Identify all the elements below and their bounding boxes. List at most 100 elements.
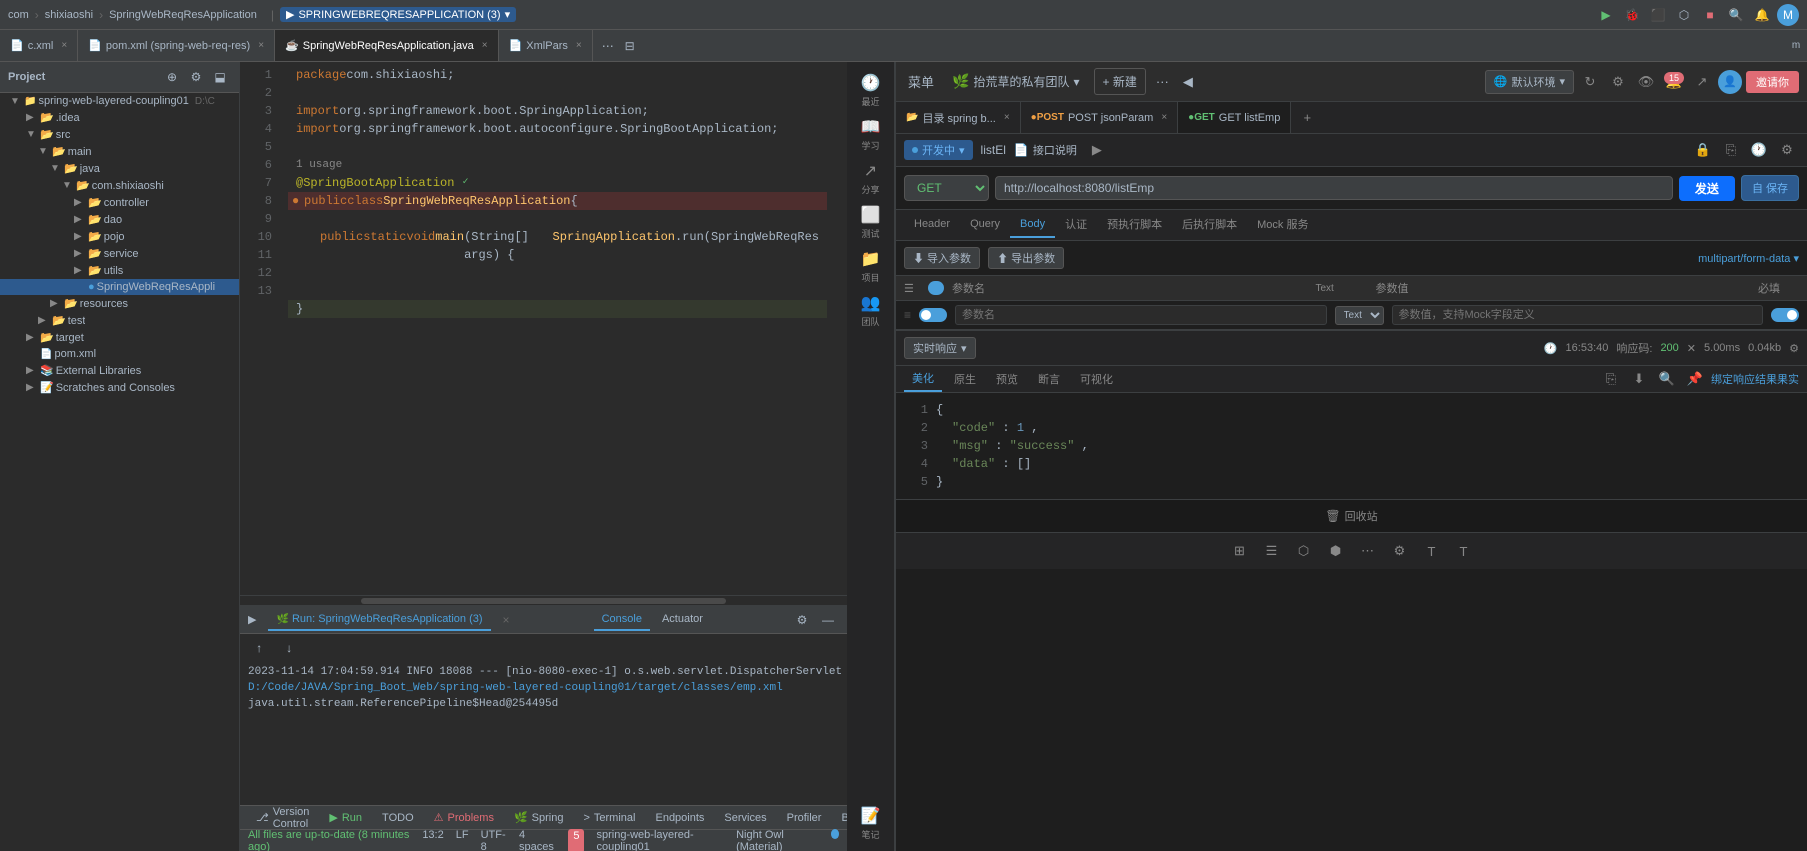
search-btn[interactable]: 🔍 [1725, 4, 1747, 26]
bottom-collapse-icon[interactable]: ⬢ [1324, 539, 1348, 563]
run-dropdown[interactable]: ▾ [505, 8, 511, 21]
run-close-icon[interactable]: — [817, 609, 839, 631]
run-btn[interactable]: ▶ [1595, 4, 1617, 26]
tree-test[interactable]: ▶ 📂 test [0, 312, 239, 329]
tab-close-catalog[interactable]: × [1004, 112, 1010, 123]
tree-src[interactable]: ▼ 📂 src [0, 126, 239, 143]
tab-close-xml[interactable]: × [576, 40, 582, 51]
req-tab-pre[interactable]: 预执行脚本 [1097, 210, 1172, 240]
bottom-grid-icon[interactable]: ⊞ [1228, 539, 1252, 563]
params-toggle[interactable] [928, 281, 944, 295]
param-required-toggle[interactable] [1771, 308, 1799, 322]
bottom-settings-icon[interactable]: ⚙ [1388, 539, 1412, 563]
res-tab-preview[interactable]: 预览 [988, 367, 1026, 391]
console-tab[interactable]: Console [594, 609, 650, 631]
tab-profiler[interactable]: Profiler [779, 810, 830, 826]
tree-controller[interactable]: ▶ 📂 controller [0, 194, 239, 211]
tab-run[interactable]: ▶ Run [321, 809, 370, 826]
export-params-btn[interactable]: ⬆ 导出参数 [988, 247, 1064, 269]
tab-terminal[interactable]: > Terminal [575, 810, 643, 826]
tab-cxml[interactable]: 📄 c.xml × [0, 30, 78, 61]
tab-springapp[interactable]: ☕ SpringWebReqResApplication.java × [275, 30, 499, 61]
res-pin-icon[interactable]: 📌 [1683, 367, 1707, 391]
nav-left-btn[interactable]: ◀ [1179, 70, 1197, 94]
run-api-btn[interactable]: ▶ [1085, 138, 1109, 162]
req-tab-body[interactable]: Body [1010, 212, 1055, 238]
recycle-btn[interactable]: 🗑 回收站 [896, 499, 1807, 532]
req-tab-header[interactable]: Header [904, 212, 960, 238]
nav-note[interactable]: 📝 笔记 [851, 803, 891, 843]
req-tab-post[interactable]: 后执行脚本 [1172, 210, 1247, 240]
af-share-icon[interactable]: ↗ [1690, 70, 1714, 94]
sidebar-icon-settings[interactable]: ⚙ [185, 66, 207, 88]
nav-project[interactable]: 📁 项目 [851, 246, 891, 286]
code-scrollbar[interactable] [240, 595, 847, 605]
af-user-avatar[interactable]: 👤 [1718, 70, 1742, 94]
bottom-font-icon[interactable]: T [1420, 539, 1444, 563]
log-line-2[interactable]: D:/Code/JAVA/Spring_Boot_Web/spring-web-… [248, 680, 839, 696]
res-tab-raw[interactable]: 原生 [946, 367, 984, 391]
tree-service[interactable]: ▶ 📂 service [0, 245, 239, 262]
tab-pomxml[interactable]: 📄 pom.xml (spring-web-req-res) × [78, 30, 275, 61]
tree-extlibs[interactable]: ▶ 📚 External Libraries [0, 362, 239, 379]
res-tab-visual[interactable]: 可视化 [1072, 367, 1121, 391]
sidebar-icon-expand[interactable]: ⬓ [209, 66, 231, 88]
nav-test[interactable]: ⬜ 测试 [851, 202, 891, 242]
copy-endpoint-icon[interactable]: ⎘ [1719, 138, 1743, 162]
tab-todo[interactable]: TODO [374, 810, 422, 826]
realtime-btn[interactable]: 实时响应 ▾ [904, 337, 976, 359]
tree-pomxml[interactable]: ▶ 📄 pom.xml [0, 346, 239, 362]
settings-icon[interactable]: ⚙ [1775, 138, 1799, 162]
code-editor[interactable]: 12345 678910 111213 package com.shixiaos… [240, 62, 847, 595]
profile-btn[interactable]: ⬡ [1673, 4, 1695, 26]
run-config[interactable]: ▶ SPRINGWEBREQRESAPPLICATION (3) ▾ [280, 7, 516, 22]
lock-icon[interactable]: 🔒 [1691, 138, 1715, 162]
avatar-btn[interactable]: M [1777, 4, 1799, 26]
method-select[interactable]: GET POST PUT DELETE [904, 175, 989, 201]
tab-close-pom[interactable]: × [258, 40, 264, 51]
api-tab-get-listemp[interactable]: ●GET GET listEmp [1178, 102, 1291, 133]
actuator-tab[interactable]: Actuator [654, 609, 711, 631]
tree-java[interactable]: ▼ 📂 java [0, 160, 239, 177]
nav-recent[interactable]: 🕐 最近 [851, 70, 891, 110]
tab-services[interactable]: Services [716, 810, 774, 826]
bottom-text-icon[interactable]: T [1452, 539, 1476, 563]
tree-root[interactable]: ▼ 📁 spring-web-layered-coupling01 D:\C [0, 93, 239, 109]
new-btn[interactable]: + 新建 [1094, 68, 1146, 95]
tree-dao[interactable]: ▶ 📂 dao [0, 211, 239, 228]
invite-btn[interactable]: 邀请你 [1746, 71, 1799, 93]
more-tabs-btn[interactable]: ⋯ [597, 35, 619, 57]
import-params-btn[interactable]: ⬇ 导入参数 [904, 247, 980, 269]
api-tab-post-json[interactable]: ●POST POST jsonParam × [1021, 102, 1179, 133]
tree-main-class[interactable]: ▶ ● SpringWebReqResAppli [0, 279, 239, 295]
res-tab-pretty[interactable]: 美化 [904, 366, 942, 392]
bind-response-btn[interactable]: 绑定响应结果果实 [1711, 371, 1799, 387]
tab-version-control[interactable]: ⎇ Version Control [248, 805, 317, 829]
status-badge[interactable]: 开发中 ▾ [904, 140, 973, 160]
run-settings-icon[interactable]: ⚙ [791, 609, 813, 631]
req-tab-auth[interactable]: 认证 [1055, 210, 1097, 240]
res-search-icon[interactable]: 🔍 [1655, 367, 1679, 391]
af-settings-icon[interactable]: ⚙ [1606, 70, 1630, 94]
history-icon[interactable]: 🕐 [1747, 138, 1771, 162]
multipart-btn[interactable]: multipart/form-data ▾ [1698, 252, 1799, 265]
req-tab-query[interactable]: Query [960, 212, 1010, 238]
nav-share[interactable]: ↗ 分享 [851, 158, 891, 198]
send-btn[interactable]: 发送 [1679, 176, 1735, 201]
run-console[interactable]: ↑ ↓ 2023-11-14 17:04:59.914 INFO 18088 -… [240, 634, 847, 805]
tab-spring[interactable]: 🌿 Spring [506, 809, 572, 826]
code-lines[interactable]: package com.shixiaoshi; import org.sprin… [280, 62, 835, 595]
tab-endpoints[interactable]: Endpoints [647, 810, 712, 826]
tree-pojo[interactable]: ▶ 📂 pojo [0, 228, 239, 245]
more-btn[interactable]: ··· [1152, 70, 1173, 93]
tab-xmlparse[interactable]: 📄 XmlPars × [499, 30, 593, 61]
res-tab-assert[interactable]: 断言 [1030, 367, 1068, 391]
debug-btn[interactable]: 🐞 [1621, 4, 1643, 26]
scroll-down-icon[interactable]: ↓ [278, 638, 300, 660]
notification-btn[interactable]: 🔔 [1751, 4, 1773, 26]
nav-learn[interactable]: 📖 学习 [851, 114, 891, 154]
tree-main[interactable]: ▼ 📂 main [0, 143, 239, 160]
stop-btn[interactable]: ■ [1699, 4, 1721, 26]
api-doc-link[interactable]: 📄 接口说明 [1014, 142, 1077, 158]
tab-close-post[interactable]: × [1161, 112, 1167, 123]
